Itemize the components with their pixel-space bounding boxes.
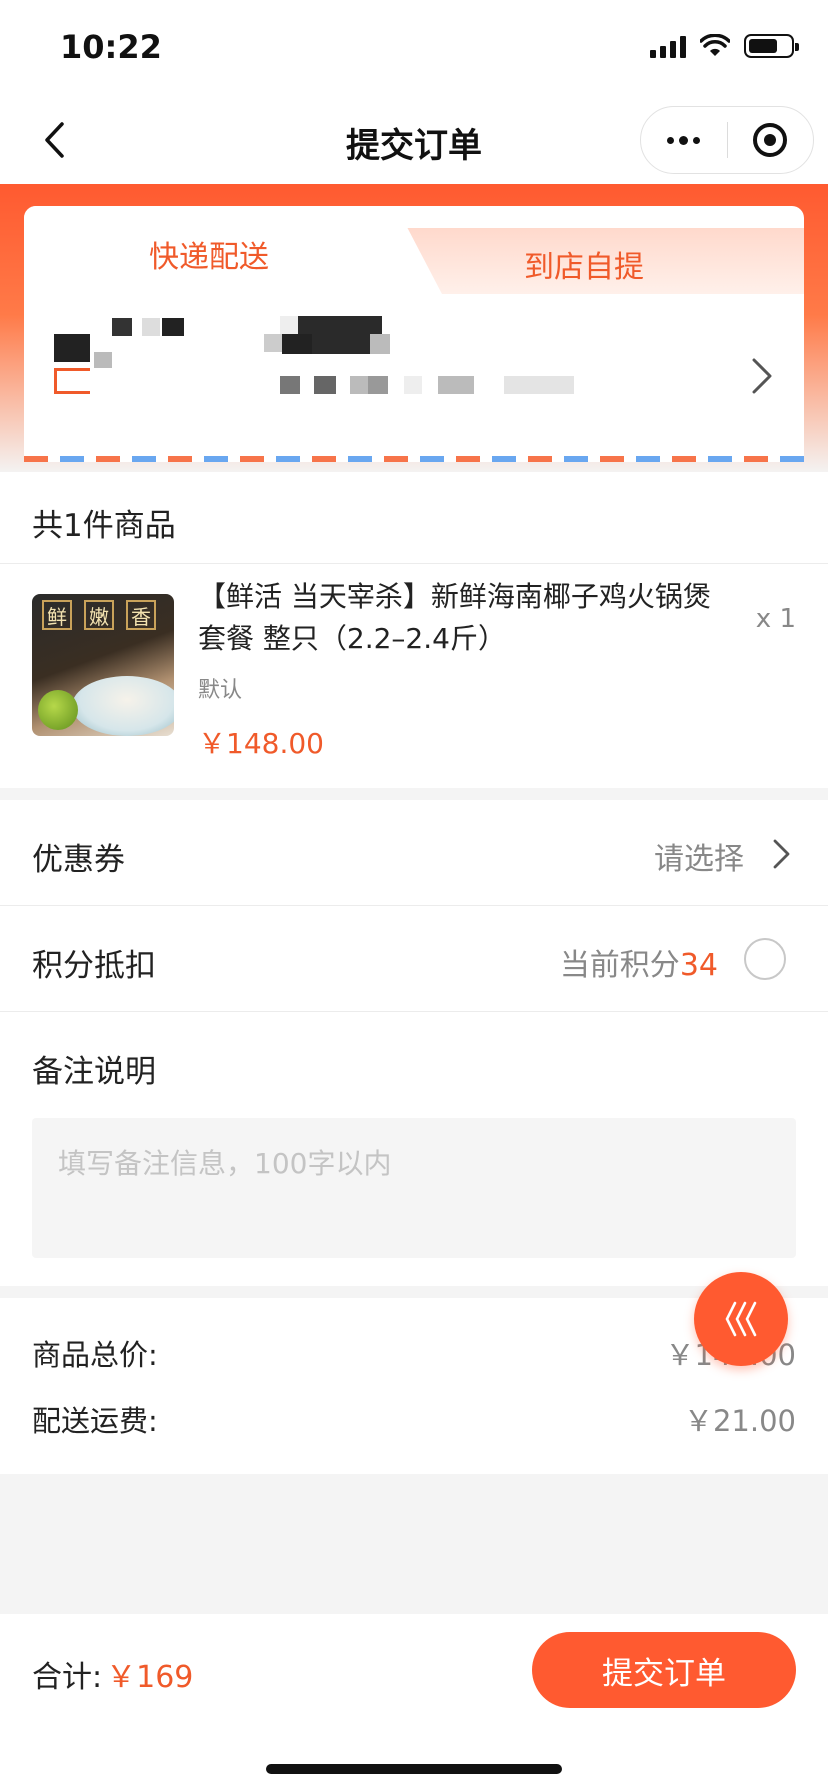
- airmail-divider: [24, 456, 804, 462]
- coupon-value: 请选择: [654, 842, 744, 877]
- miniprogram-capsule: [640, 106, 814, 174]
- coupon-row[interactable]: 优惠券 请选择: [0, 800, 828, 906]
- floating-menu-button[interactable]: [694, 1272, 788, 1366]
- goods-total-line: 商品总价: ￥148.00: [32, 1332, 796, 1372]
- points-row: 积分抵扣 当前积分34: [0, 906, 828, 1012]
- address-info-redacted[interactable]: [54, 316, 634, 436]
- total-value: ￥169: [106, 1660, 194, 1695]
- product-spec: 默认: [198, 678, 243, 703]
- chevron-right-icon: [752, 358, 772, 394]
- product-quantity: x 1: [755, 604, 796, 634]
- tab-store-pickup[interactable]: 到店自提: [524, 242, 644, 286]
- home-indicator: [266, 1764, 562, 1774]
- thumb-badge: 嫩: [84, 600, 114, 630]
- tab-express-delivery[interactable]: 快递配送: [149, 232, 269, 276]
- product-thumbnail: 鲜 嫩 香: [32, 594, 174, 736]
- note-section: 备注说明: [0, 1012, 828, 1286]
- shipping-label: 配送运费:: [32, 1404, 158, 1438]
- more-icon: [667, 135, 701, 145]
- note-input[interactable]: [32, 1118, 796, 1258]
- delivery-card: 快递配送 到店自提: [24, 206, 804, 462]
- goods-header: 共1件商品: [0, 472, 828, 564]
- status-icons: [650, 34, 799, 58]
- battery-icon: [744, 34, 799, 58]
- shipping-value: ￥21.00: [683, 1404, 796, 1438]
- more-button[interactable]: [641, 107, 727, 173]
- status-time: 10:22: [60, 28, 162, 66]
- submit-order-button[interactable]: 提交订单: [532, 1632, 796, 1708]
- status-bar: 10:22: [0, 0, 828, 96]
- target-icon: [753, 123, 788, 157]
- wifi-icon: [700, 34, 730, 56]
- thumb-lime: [38, 690, 78, 730]
- thumb-bowl: [72, 676, 174, 736]
- current-points-value: 34: [679, 948, 718, 983]
- goods-count: 共1件商品: [32, 508, 176, 544]
- product-price: ￥148.00: [198, 727, 324, 760]
- current-points-prefix: 当前积分: [559, 948, 680, 983]
- close-miniprogram-button[interactable]: [728, 107, 814, 173]
- total-label: 合计:: [32, 1660, 103, 1695]
- current-points: 当前积分34: [560, 940, 718, 984]
- goods-total-label: 商品总价:: [32, 1338, 158, 1372]
- thumb-badges: 鲜 嫩 香: [42, 600, 156, 630]
- chevrons-left-icon: [725, 1301, 757, 1337]
- points-radio[interactable]: [744, 938, 786, 980]
- points-label: 积分抵扣: [32, 948, 156, 984]
- chevron-right-icon: [773, 839, 790, 869]
- nav-bar: 提交订单: [0, 96, 828, 184]
- product-title: 【鲜活 当天宰杀】新鲜海南椰子鸡火锅煲套餐 整只（2.2–2.4斤）: [198, 580, 711, 655]
- order-total: 合计: ￥169: [32, 1652, 193, 1696]
- thumb-badge: 香: [126, 600, 156, 630]
- signal-icon: [650, 34, 686, 58]
- list-item: 鲜 嫩 香 【鲜活 当天宰杀】新鲜海南椰子鸡火锅煲套餐 整只（2.2–2.4斤）…: [0, 564, 828, 788]
- coupon-label: 优惠券: [32, 842, 125, 878]
- shipping-line: 配送运费: ￥21.00: [32, 1398, 796, 1438]
- note-label: 备注说明: [32, 1054, 156, 1090]
- thumb-badge: 鲜: [42, 600, 72, 630]
